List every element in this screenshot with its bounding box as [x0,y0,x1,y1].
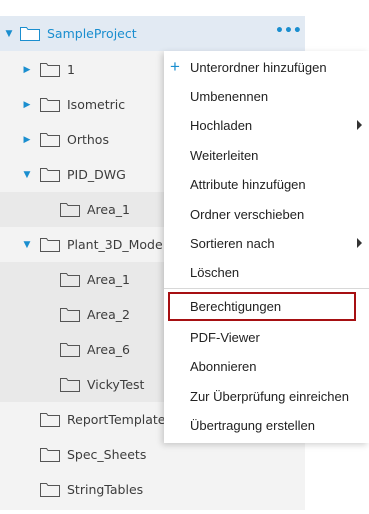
tree-item-label: Isometric [67,97,126,112]
menu-item-sort-by[interactable]: Sortieren nach [164,229,369,258]
menu-divider [164,288,369,289]
menu-item-label: Löschen [190,265,240,280]
submenu-arrow-icon [357,120,362,130]
tree-item-label: Spec_Sheets [67,447,147,462]
menu-item-create-transmittal[interactable]: Übertragung erstellen [164,411,369,440]
folder-icon [40,483,60,497]
menu-item-forward[interactable]: Weiterleiten [164,141,369,170]
menu-item-add-attributes[interactable]: Attribute hinzufügen [164,170,369,199]
folder-icon [40,448,60,462]
menu-item-move-folder[interactable]: Ordner verschieben [164,200,369,229]
tree-item-label: Area_2 [87,307,130,322]
tree-item-label: Area_6 [87,342,130,357]
folder-icon [40,168,60,182]
tree-item-label: Orthos [67,132,109,147]
tree-item-label: Area_1 [87,202,130,217]
chevron-right-icon[interactable]: ▶ [22,65,32,75]
tree-item-label: StringTables [67,482,144,497]
folder-icon [40,238,60,252]
menu-item-add-subfolder[interactable]: + Unterordner hinzufügen [164,53,369,82]
menu-item-pdf-viewer[interactable]: PDF-Viewer [164,323,369,352]
folder-icon [60,308,80,322]
menu-item-delete[interactable]: Löschen [164,258,369,287]
tree-item[interactable]: StringTables [0,472,305,507]
menu-item-label: Hochladen [190,118,253,133]
menu-item-label: PDF-Viewer [190,330,260,345]
tree-item-label: VickyTest [87,377,145,392]
folder-icon [40,133,60,147]
menu-item-label: Zur Überprüfung einreichen [190,389,349,404]
tree-item-label: ReportTemplate [67,412,166,427]
menu-item-submit-review[interactable]: Zur Überprüfung einreichen [164,382,369,411]
menu-item-label: Unterordner hinzufügen [190,60,327,75]
folder-icon [40,63,60,77]
menu-item-label: Attribute hinzufügen [190,177,306,192]
menu-item-label: Abonnieren [190,359,257,374]
folder-icon [20,27,40,41]
menu-item-upload[interactable]: Hochladen [164,111,369,140]
menu-item-label: Sortieren nach [190,236,275,251]
folder-icon [40,413,60,427]
menu-item-label: Weiterleiten [190,148,259,163]
menu-item-label: Umbenennen [190,89,269,104]
plus-icon: + [170,57,180,76]
menu-item-subscribe[interactable]: Abonnieren [164,352,369,381]
more-options-icon[interactable]: ••• [275,24,302,41]
tree-item-label: 1 [67,62,75,77]
chevron-down-icon[interactable]: ▼ [22,170,32,180]
folder-icon [60,343,80,357]
folder-icon [60,378,80,392]
menu-item-label: Ordner verschieben [190,207,305,222]
tree-item-label: PID_DWG [67,167,126,182]
tree-item-label: Area_1 [87,272,130,287]
folder-icon [40,98,60,112]
menu-item-permissions[interactable]: Berechtigungen [168,292,356,321]
tree-item-label: SampleProject [47,26,137,41]
folder-icon [60,203,80,217]
menu-item-rename[interactable]: Umbenennen [164,82,369,111]
folder-icon [60,273,80,287]
chevron-down-icon[interactable]: ▼ [4,29,14,39]
chevron-down-icon[interactable]: ▼ [22,240,32,250]
tree-item-label: Plant_3D_Mode [67,237,163,252]
tree-item-root[interactable]: ▼ SampleProject ••• [0,16,305,51]
chevron-right-icon[interactable]: ▶ [22,100,32,110]
menu-item-label: Übertragung erstellen [190,418,316,433]
submenu-arrow-icon [357,238,362,248]
context-menu: + Unterordner hinzufügen Umbenennen Hoch… [164,51,369,443]
menu-item-label: Berechtigungen [190,299,282,314]
chevron-right-icon[interactable]: ▶ [22,135,32,145]
